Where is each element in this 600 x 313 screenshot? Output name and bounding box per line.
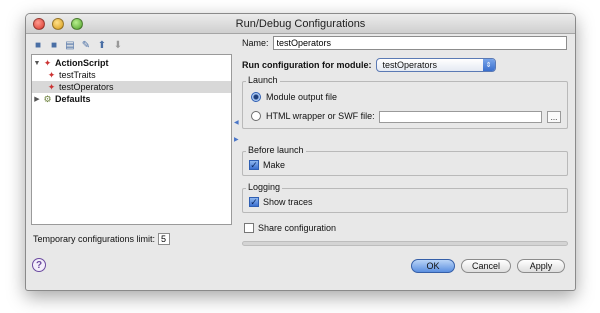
make-label: Make [263, 160, 286, 170]
share-label: Share configuration [258, 223, 337, 233]
config-tree[interactable]: ▼ ✦ ActionScript ✦ testTraits ✦ testOper… [31, 54, 232, 225]
tree-item-defaults[interactable]: ▶ ⚙ Defaults [32, 93, 231, 105]
tree-item-label: testTraits [59, 70, 96, 80]
show-traces-label: Show traces [263, 197, 313, 207]
module-select[interactable]: testOperators ⇕ [375, 58, 496, 72]
tree-item-label: ActionScript [55, 58, 109, 68]
show-traces-checkbox[interactable]: ✓ [249, 197, 259, 207]
html-wrapper-radio[interactable] [251, 111, 261, 121]
share-checkbox[interactable] [244, 223, 254, 233]
share-option[interactable]: Share configuration [244, 223, 336, 233]
actionscript-icon: ✦ [43, 57, 52, 68]
edit-defaults-icon[interactable]: ✎ [80, 39, 92, 51]
module-output-option[interactable]: Module output file [251, 92, 337, 102]
horizontal-scrollbar[interactable] [242, 241, 568, 246]
tree-item-label: testOperators [59, 82, 114, 92]
logging-title: Logging [246, 182, 283, 192]
module-select-value: testOperators [382, 60, 438, 70]
module-output-radio[interactable] [251, 92, 261, 102]
collapse-right-icon[interactable]: ▶ [234, 136, 240, 143]
move-up-icon[interactable]: ⬆ [96, 39, 108, 51]
help-button[interactable]: ? [32, 258, 46, 272]
make-checkbox[interactable]: ✓ [249, 160, 259, 170]
swf-path-input[interactable] [379, 111, 542, 123]
show-traces-option[interactable]: ✓ Show traces [249, 197, 313, 207]
select-arrows-icon: ⇕ [482, 59, 495, 71]
browse-button[interactable]: ... [547, 111, 561, 123]
temp-limit-input[interactable] [158, 233, 171, 245]
copy-config-icon[interactable]: ▤ [64, 39, 76, 51]
tree-item-label: Defaults [55, 94, 91, 104]
splitter-arrows[interactable]: ◀ ▶ [234, 119, 240, 143]
cancel-button[interactable]: Cancel [460, 259, 511, 273]
config-icon: ✦ [47, 81, 56, 92]
html-wrapper-option[interactable]: HTML wrapper or SWF file: [251, 111, 375, 121]
collapse-arrow-icon[interactable]: ▶ [32, 95, 42, 103]
expand-arrow-icon[interactable]: ▼ [32, 60, 42, 67]
name-label: Name: [242, 38, 269, 48]
collapse-left-icon[interactable]: ◀ [234, 119, 240, 126]
name-input[interactable] [272, 36, 567, 50]
temp-limit-row: Temporary configurations limit: [33, 233, 171, 245]
tree-item-testtraits[interactable]: ✦ testTraits [32, 69, 231, 81]
dialog-buttons: OK Cancel Apply [410, 259, 565, 273]
remove-config-icon[interactable]: ■ [48, 39, 60, 51]
config-toolbar: ■ ■ ▤ ✎ ⬆ ⬇ [32, 39, 124, 53]
name-row: Name: [242, 36, 567, 50]
launch-group: Launch Module output file HTML wrapper o… [242, 75, 568, 129]
tree-item-testoperators[interactable]: ✦ testOperators [32, 81, 231, 93]
module-row: Run configuration for module: testOperat… [242, 58, 496, 72]
add-config-icon[interactable]: ■ [32, 39, 44, 51]
make-option[interactable]: ✓ Make [249, 160, 285, 170]
run-debug-dialog: Run/Debug Configurations ■ ■ ▤ ✎ ⬆ ⬇ ▼ ✦… [25, 13, 576, 291]
title-bar: Run/Debug Configurations [26, 14, 575, 34]
defaults-icon: ⚙ [43, 93, 52, 104]
temp-limit-label: Temporary configurations limit: [33, 234, 156, 244]
launch-title: Launch [246, 75, 280, 85]
before-launch-group: Before launch ✓ Make [242, 145, 568, 176]
logging-group: Logging ✓ Show traces [242, 182, 568, 213]
window-title: Run/Debug Configurations [235, 18, 366, 30]
tree-item-actionscript[interactable]: ▼ ✦ ActionScript [32, 57, 231, 69]
apply-button[interactable]: Apply [517, 259, 565, 273]
html-wrapper-label: HTML wrapper or SWF file: [266, 111, 375, 121]
before-launch-title: Before launch [246, 145, 306, 155]
module-output-label: Module output file [266, 92, 338, 102]
config-icon: ✦ [47, 69, 56, 80]
move-down-icon[interactable]: ⬇ [112, 39, 124, 51]
module-label: Run configuration for module: [242, 60, 372, 70]
ok-button[interactable]: OK [410, 259, 455, 273]
